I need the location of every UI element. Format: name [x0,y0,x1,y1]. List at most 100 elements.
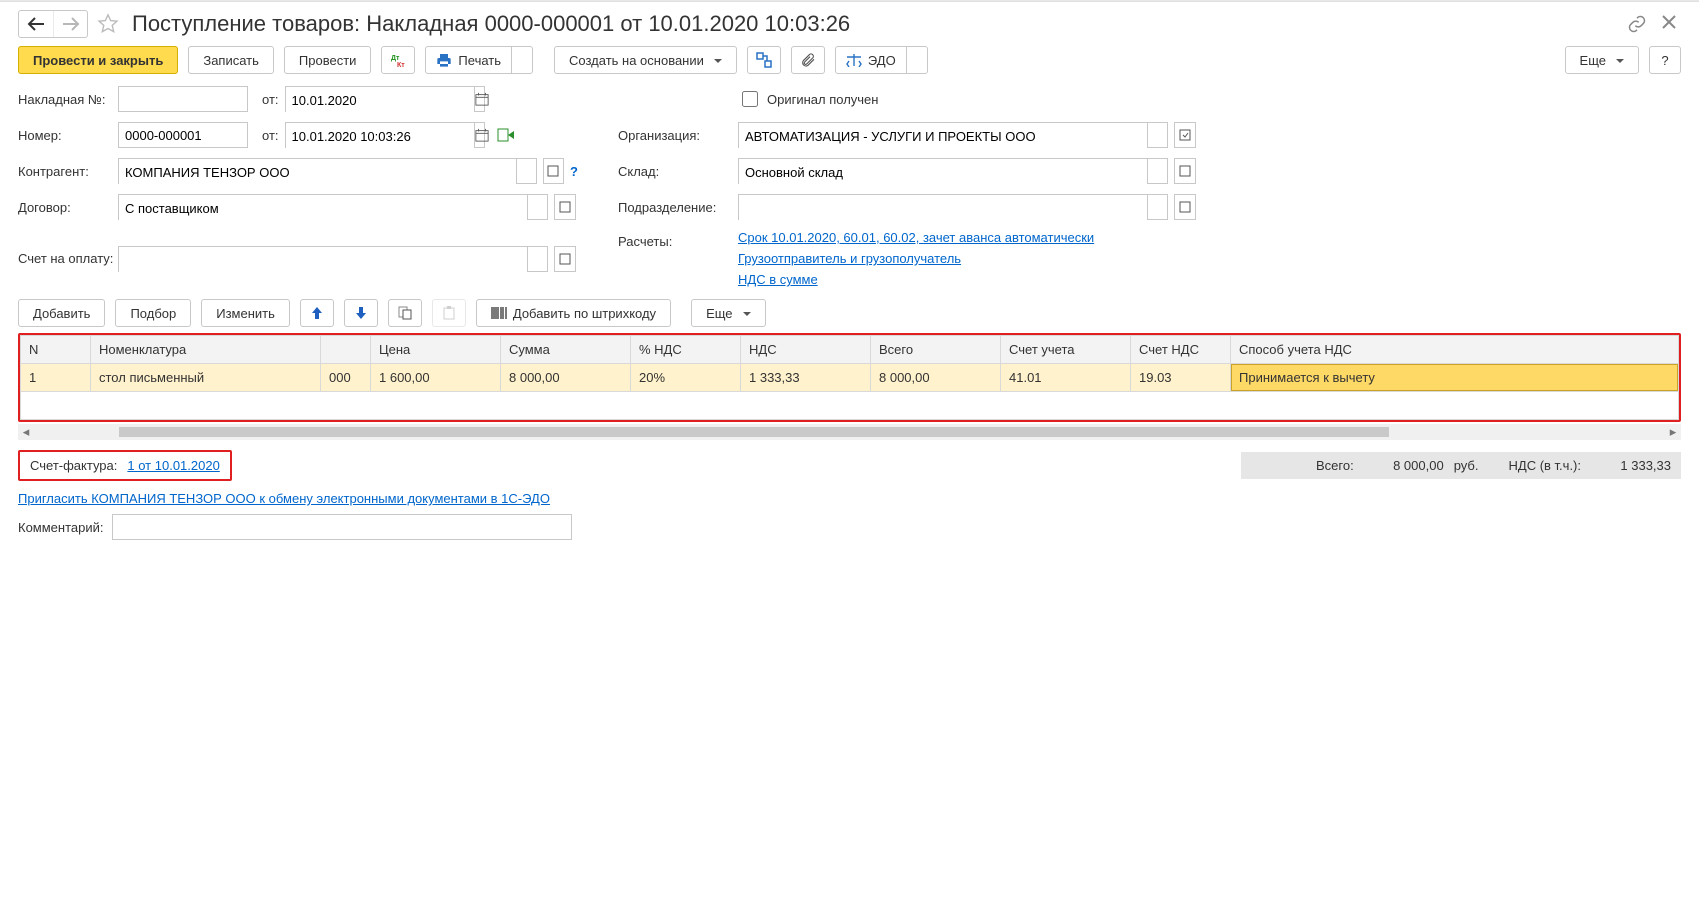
post-button[interactable]: Провести [284,46,372,74]
col-blank[interactable] [321,336,371,364]
cell-total[interactable]: 8 000,00 [871,364,1001,392]
grid-empty-area[interactable] [21,392,1679,420]
post-and-close-button[interactable]: Провести и закрыть [18,46,178,74]
cell-vat-pct[interactable]: 20% [631,364,741,392]
favorite-button[interactable] [94,10,122,38]
create-based-button[interactable]: Создать на основании [554,46,737,74]
department-dropdown[interactable] [1147,195,1167,219]
settlements-link[interactable]: Срок 10.01.2020, 60.01, 60.02, зачет ава… [738,230,1094,245]
page-title: Поступление товаров: Накладная 0000-0000… [132,11,850,37]
dtkt-icon: ДтКт [389,52,407,68]
move-down-button[interactable] [344,299,378,327]
payment-account-input[interactable] [119,247,527,273]
contract-dropdown[interactable] [527,195,547,219]
edit-row-button[interactable]: Изменить [201,299,290,327]
col-vat-acct[interactable]: Счет НДС [1131,336,1231,364]
warehouse-label: Склад: [618,164,738,179]
invoice-no-input[interactable] [118,86,248,112]
cell-vat[interactable]: 1 333,33 [741,364,871,392]
cell-sum[interactable]: 8 000,00 [501,364,631,392]
contract-input[interactable] [119,195,527,221]
edo-button[interactable]: ЭДО [836,47,906,73]
contract-open[interactable] [554,194,576,220]
total-label: Всего: [1316,458,1354,473]
help-button[interactable]: ? [1649,46,1681,74]
link-button[interactable] [1627,14,1647,34]
col-item[interactable]: Номенклатура [91,336,321,364]
datetime-input[interactable] [286,123,474,149]
dt-kt-button[interactable]: ДтКт [381,46,415,74]
sf-link[interactable]: 1 от 10.01.2020 [127,458,219,473]
warehouse-dropdown[interactable] [1147,159,1167,183]
cell-n[interactable]: 1 [21,364,91,392]
invoice-date-input[interactable] [286,87,474,113]
original-received-check[interactable]: Оригинал получен [738,88,1358,110]
col-vat-method[interactable]: Способ учета НДС [1231,336,1679,364]
cell-acct[interactable]: 41.01 [1001,364,1131,392]
counterparty-dropdown[interactable] [516,159,536,183]
grid-h-scrollbar[interactable]: ◂ ▸ [18,424,1681,440]
organization-dropdown[interactable] [1147,123,1167,147]
organization-input[interactable] [739,123,1147,149]
organization-open[interactable] [1174,122,1196,148]
col-vat-pct[interactable]: % НДС [631,336,741,364]
invoice-no-label: Накладная №: [18,92,118,107]
scroll-thumb[interactable] [119,427,1389,437]
cell-c3[interactable]: 000 [321,364,371,392]
counterparty-open[interactable] [543,158,564,184]
items-grid[interactable]: N Номенклатура Цена Сумма % НДС НДС Всег… [20,335,1679,420]
payment-account-dropdown[interactable] [527,247,547,271]
back-button[interactable] [19,11,53,37]
counterparty-input[interactable] [119,159,516,185]
shipper-link[interactable]: Грузоотправитель и грузополучатель [738,251,961,266]
table-row[interactable]: 1 стол письменный 000 1 600,00 8 000,00 … [21,364,1679,392]
number-input[interactable] [118,122,248,148]
save-button[interactable]: Записать [188,46,274,74]
department-open[interactable] [1174,194,1196,220]
print-dropdown[interactable] [511,47,532,73]
col-sum[interactable]: Сумма [501,336,631,364]
close-icon [1661,14,1677,30]
posted-icon-wrap [497,127,515,143]
comment-input[interactable] [112,514,572,540]
invite-link[interactable]: Пригласить КОМПАНИЯ ТЕНЗОР ООО к обмену … [18,491,550,506]
add-row-button[interactable]: Добавить [18,299,105,327]
close-button[interactable] [1661,14,1681,34]
settlements-label: Расчеты: [618,230,738,249]
open-icon [1179,201,1191,213]
cell-item[interactable]: стол письменный [91,364,321,392]
col-vat[interactable]: НДС [741,336,871,364]
warehouse-open[interactable] [1174,158,1196,184]
attach-button[interactable] [791,46,825,74]
col-price[interactable]: Цена [371,336,501,364]
related-button[interactable] [747,46,781,74]
move-up-button[interactable] [300,299,334,327]
sf-label: Счет-фактура: [30,458,117,473]
counterparty-help[interactable]: ? [570,164,578,179]
col-acct[interactable]: Счет учета [1001,336,1131,364]
warehouse-input[interactable] [739,159,1147,185]
paste-button[interactable] [432,299,466,327]
original-received-checkbox[interactable] [742,91,758,107]
copy-button[interactable] [388,299,422,327]
vat-link[interactable]: НДС в сумме [738,272,818,287]
invoice-date-calendar[interactable] [474,87,489,111]
cell-vat-method[interactable]: Принимается к вычету [1231,364,1679,392]
datetime-calendar[interactable] [474,123,489,147]
department-input[interactable] [739,195,1147,221]
print-button[interactable]: Печать [426,47,511,73]
payment-account-open[interactable] [554,246,576,272]
cell-vat-acct[interactable]: 19.03 [1131,364,1231,392]
col-total[interactable]: Всего [871,336,1001,364]
select-button[interactable]: Подбор [115,299,191,327]
scroll-right-icon[interactable]: ▸ [1665,424,1681,440]
edo-dropdown[interactable] [906,47,927,73]
more-button[interactable]: Еще [1565,46,1639,74]
forward-button[interactable] [53,11,87,37]
scroll-left-icon[interactable]: ◂ [18,424,34,440]
create-based-label: Создать на основании [569,53,704,68]
table-more-button[interactable]: Еще [691,299,765,327]
col-n[interactable]: N [21,336,91,364]
cell-price[interactable]: 1 600,00 [371,364,501,392]
add-barcode-button[interactable]: Добавить по штрихкоду [476,299,671,327]
